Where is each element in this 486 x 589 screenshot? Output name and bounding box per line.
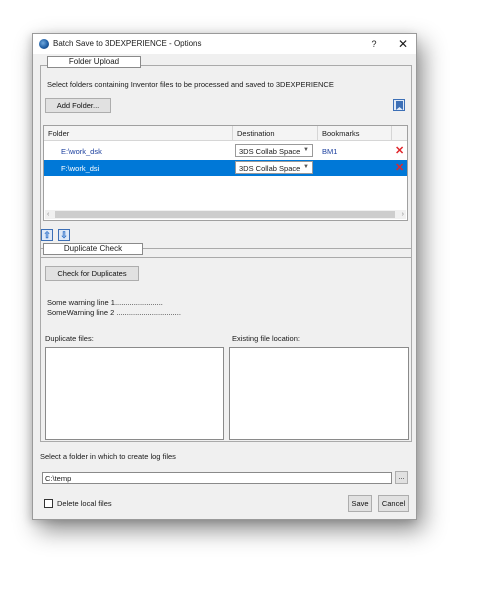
- destination-value: 3DS Collab Space: [239, 164, 301, 173]
- duplicate-check-title: Duplicate Check: [43, 243, 143, 255]
- delete-local-checkbox[interactable]: [44, 499, 53, 508]
- log-folder-field[interactable]: C:\temp: [42, 472, 392, 484]
- destination-dropdown[interactable]: 3DS Collab Space ▼: [235, 161, 313, 174]
- warning-line: SomeWarning line 2 .....................…: [47, 308, 181, 317]
- folder-cell: F:\work_dsi: [61, 164, 100, 173]
- chevron-down-icon: ▼: [303, 147, 309, 153]
- column-header-destination[interactable]: Destination: [237, 129, 275, 138]
- grid-header: Folder Destination Bookmarks: [44, 126, 407, 141]
- chevron-down-icon: ▼: [303, 164, 309, 170]
- folder-cell: E:\work_dsk: [61, 147, 102, 156]
- scroll-right-icon[interactable]: ›: [402, 210, 404, 219]
- warning-line: Some warning line 1.....................…: [47, 298, 163, 307]
- app-logo-icon: [39, 39, 49, 49]
- folder-grid: Folder Destination Bookmarks E:\work_dsk…: [43, 125, 408, 221]
- bookmark-icon[interactable]: [393, 99, 405, 111]
- folder-upload-instruction: Select folders containing Inventor files…: [47, 80, 334, 89]
- destination-dropdown[interactable]: 3DS Collab Space ▼: [235, 144, 313, 157]
- cancel-button[interactable]: Cancel: [378, 495, 409, 512]
- down-arrow-icon[interactable]: ⇩: [58, 229, 70, 241]
- horizontal-scrollbar[interactable]: ‹ ›: [45, 210, 406, 219]
- close-button[interactable]: ✕: [393, 36, 413, 52]
- add-folder-button[interactable]: Add Folder...: [45, 98, 111, 113]
- title-bar: Batch Save to 3DEXPERIENCE - Options ? ✕: [33, 34, 416, 54]
- duplicate-files-label: Duplicate files:: [45, 334, 94, 343]
- column-header-folder[interactable]: Folder: [48, 129, 69, 138]
- log-folder-value: C:\temp: [45, 474, 72, 483]
- existing-location-label: Existing file location:: [232, 334, 300, 343]
- table-row[interactable]: E:\work_dsk 3DS Collab Space ▼ BM1 ✕: [44, 143, 407, 159]
- options-dialog: Batch Save to 3DEXPERIENCE - Options ? ✕…: [32, 33, 417, 520]
- scrollbar-thumb[interactable]: [55, 211, 395, 218]
- up-arrow-icon[interactable]: ⇧: [41, 229, 53, 241]
- save-button[interactable]: Save: [348, 495, 372, 512]
- dialog-title: Batch Save to 3DEXPERIENCE - Options: [53, 39, 202, 48]
- browse-button[interactable]: ...: [395, 471, 408, 484]
- scroll-left-icon[interactable]: ‹: [47, 210, 49, 219]
- duplicate-files-list[interactable]: [45, 347, 224, 440]
- column-header-bookmarks[interactable]: Bookmarks: [322, 129, 360, 138]
- check-duplicates-button[interactable]: Check for Duplicates: [45, 266, 139, 281]
- delete-local-label[interactable]: Delete local files: [57, 499, 112, 508]
- folder-upload-title: Folder Upload: [47, 56, 141, 68]
- log-folder-label: Select a folder in which to create log f…: [40, 452, 176, 461]
- help-button[interactable]: ?: [364, 37, 384, 51]
- table-row[interactable]: F:\work_dsi 3DS Collab Space ▼ ✕: [44, 160, 407, 176]
- bookmark-cell: BM1: [322, 147, 338, 156]
- delete-x-icon[interactable]: ✕: [395, 161, 404, 174]
- destination-value: 3DS Collab Space: [239, 147, 301, 156]
- delete-x-icon[interactable]: ✕: [395, 144, 404, 157]
- existing-location-list[interactable]: [229, 347, 409, 440]
